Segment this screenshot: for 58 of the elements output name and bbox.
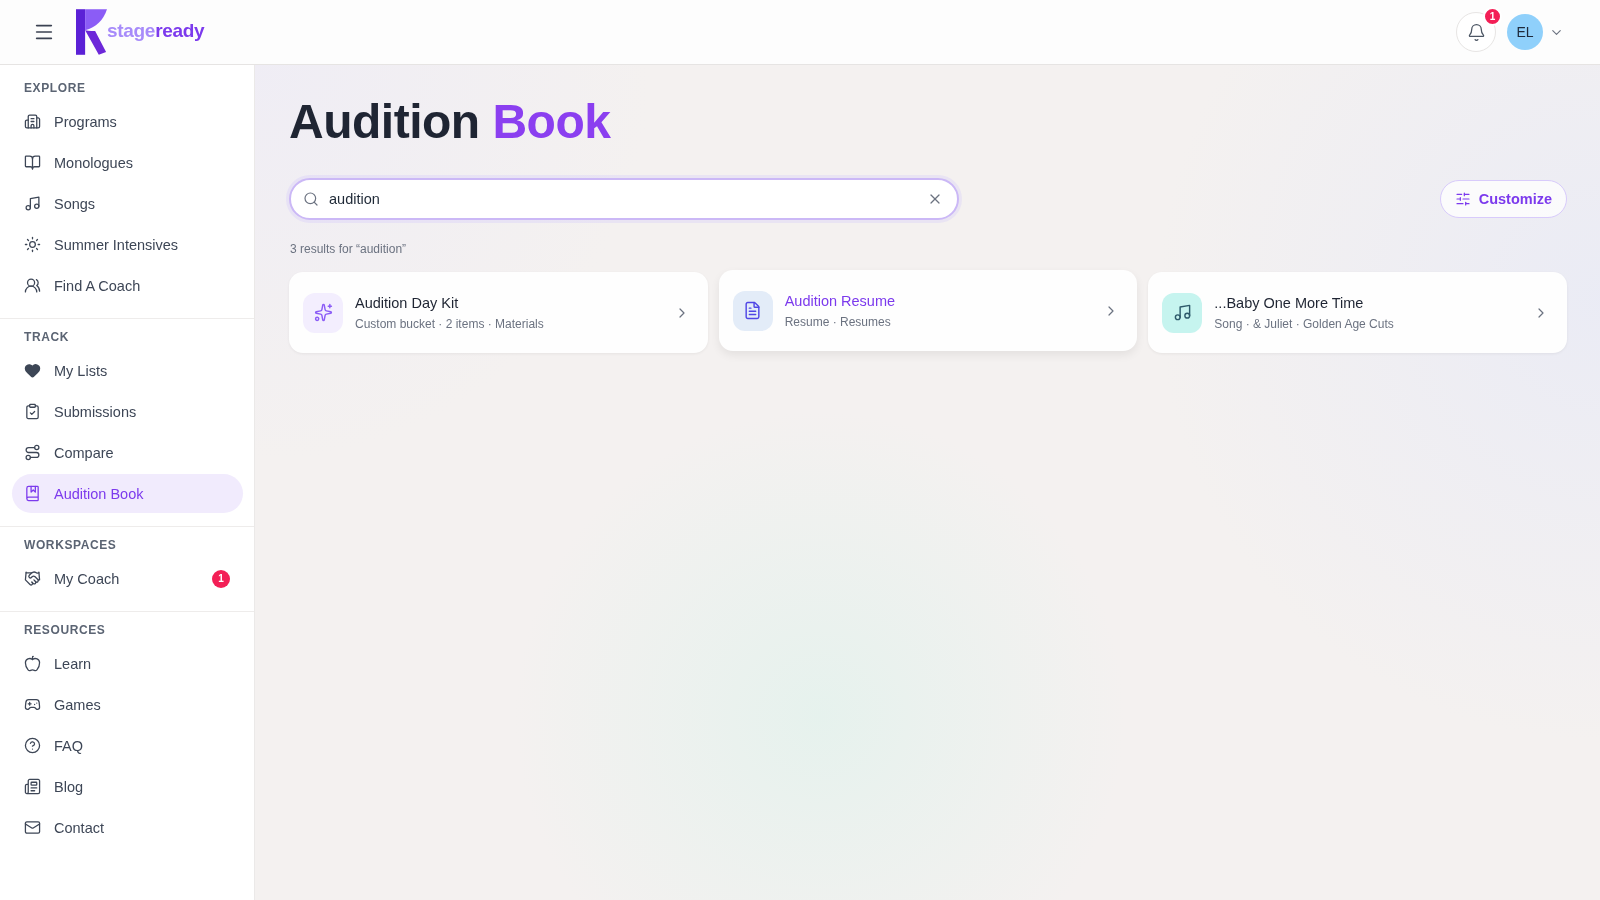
sliders-icon xyxy=(1454,191,1471,207)
clipboard-check-icon xyxy=(24,403,41,420)
result-title: Audition Resume xyxy=(784,292,896,310)
result-title: ...Baby One More Time xyxy=(1214,294,1364,312)
apple-icon xyxy=(24,655,41,672)
result-subtitle: Song · & Juliet · Golden Age Cuts xyxy=(1214,316,1394,331)
newspaper-icon xyxy=(24,778,41,795)
section-label: WORKSPACES xyxy=(23,538,118,552)
sidebar-item[interactable]: Songs xyxy=(12,184,243,223)
building-icon xyxy=(24,113,41,130)
sidebar-item[interactable]: My Lists xyxy=(12,351,243,390)
sidebar-item[interactable]: Blog xyxy=(12,767,243,806)
document-icon xyxy=(732,290,773,331)
section-label: RESOURCES xyxy=(23,623,107,637)
gamepad-icon xyxy=(24,696,41,713)
sidebar-item[interactable]: FAQ xyxy=(12,726,243,765)
sidebar-item[interactable]: Programs xyxy=(12,102,243,141)
page-title: Audition Book xyxy=(289,94,611,150)
sidebar-item[interactable]: Find A Coach xyxy=(12,266,243,305)
count-badge: 1 xyxy=(212,569,230,588)
result-title: Audition Day Kit xyxy=(355,294,459,312)
notification-badge: 1 xyxy=(1483,7,1502,26)
result-card[interactable]: ...Baby One More Time Song · & Juliet · Golden Age Cuts xyxy=(1148,272,1567,353)
sidebar-item[interactable]: Audition Book xyxy=(12,474,243,513)
user-avatar[interactable]: EL xyxy=(1507,14,1543,50)
envelope-icon xyxy=(24,819,41,836)
music-notes-icon xyxy=(1162,292,1203,333)
handshake-icon xyxy=(24,570,41,587)
help-icon xyxy=(24,737,41,754)
sidebar-item[interactable]: Compare xyxy=(12,433,243,472)
people-icon xyxy=(24,277,41,294)
curtain-logo-icon xyxy=(76,9,107,55)
result-card[interactable]: Audition Resume Resume · Resumes xyxy=(718,270,1138,351)
sidebar-item[interactable]: Games xyxy=(12,685,243,724)
sparkle-icon xyxy=(303,292,343,333)
sidebar-item[interactable]: My Coach 1 xyxy=(12,559,243,598)
brand-name[interactable]: stageready xyxy=(107,19,205,43)
sidebar-item[interactable]: Contact xyxy=(12,808,243,847)
sidebar-item[interactable]: Monologues xyxy=(12,143,243,182)
open-book-icon xyxy=(24,154,41,171)
sidebar-item[interactable]: Submissions xyxy=(12,392,243,431)
sidebar-item[interactable]: Summer Intensives xyxy=(12,225,243,264)
search-icon xyxy=(303,191,319,207)
search-field[interactable]: audition xyxy=(289,178,959,220)
music-notes-icon xyxy=(24,195,41,212)
heart-icon xyxy=(24,362,41,379)
sidebar-item[interactable]: Learn xyxy=(12,644,243,683)
customize-button[interactable]: Customize xyxy=(1439,180,1567,218)
sun-icon xyxy=(24,236,41,253)
result-subtitle: Custom bucket · 2 items · Materials xyxy=(355,316,544,331)
bell-icon xyxy=(1466,22,1486,42)
section-label: EXPLORE xyxy=(23,81,87,95)
bookmarked-book-icon xyxy=(24,485,41,502)
route-icon xyxy=(24,444,41,461)
result-subtitle: Resume · Resumes xyxy=(784,314,891,329)
results-summary: 3 results for “audition” xyxy=(289,242,407,256)
result-card[interactable]: Audition Day Kit Custom bucket · 2 items · Materials xyxy=(289,272,708,353)
section-label: TRACK xyxy=(23,330,70,344)
